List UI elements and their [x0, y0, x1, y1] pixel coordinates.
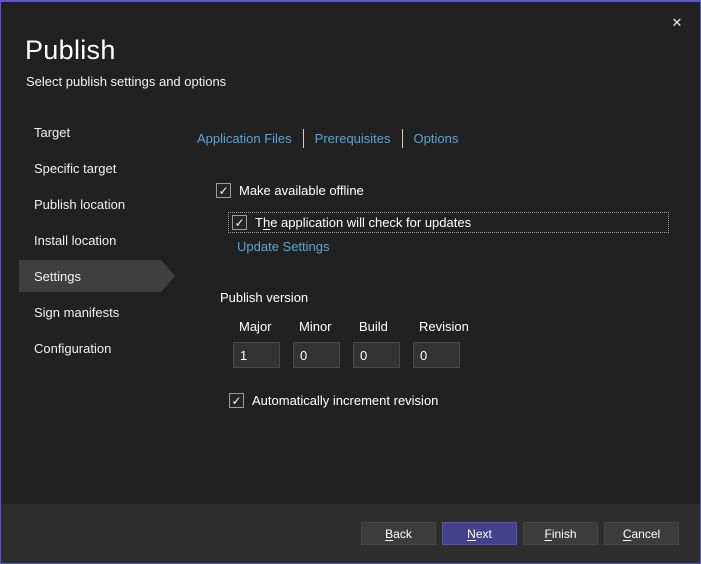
tab-separator [402, 129, 403, 148]
sidebar-item-target[interactable]: Target [1, 114, 187, 150]
checkmark-icon: ✓ [218, 185, 228, 197]
revision-input[interactable] [413, 342, 460, 368]
auto-increment-checkbox-label: Automatically increment revision [252, 393, 438, 408]
sidebar-item-label: Sign manifests [34, 305, 119, 320]
build-input[interactable] [353, 342, 400, 368]
sidebar-item-label: Install location [34, 233, 116, 248]
sidebar-item-settings[interactable]: Settings [1, 258, 187, 294]
update-settings-link[interactable]: Update Settings [237, 239, 330, 254]
tab-options[interactable]: Options [414, 131, 459, 146]
major-input[interactable] [233, 342, 280, 368]
cancel-button[interactable]: Cancel [604, 522, 679, 545]
auto-increment-checkbox-row: ✓ Automatically increment revision [229, 393, 438, 408]
next-button[interactable]: Next [442, 522, 517, 545]
offline-checkbox-label: Make available offline [239, 183, 364, 198]
checkmark-icon: ✓ [231, 395, 241, 407]
minor-input[interactable] [293, 342, 340, 368]
sidebar-item-label: Settings [34, 269, 81, 284]
version-col-revision: Revision [413, 319, 460, 368]
auto-increment-checkbox[interactable]: ✓ [229, 393, 244, 408]
version-col-build: Build [353, 319, 400, 368]
sidebar-item-install-location[interactable]: Install location [1, 222, 187, 258]
minor-label: Minor [293, 319, 340, 334]
selected-item-arrow-icon [161, 260, 175, 292]
close-icon: ✕ [672, 15, 683, 31]
page-subtitle: Select publish settings and options [26, 74, 226, 89]
offline-checkbox[interactable]: ✓ [216, 183, 231, 198]
sidebar-item-label: Publish location [34, 197, 125, 212]
sidebar-item-label: Target [34, 125, 70, 140]
publish-dialog: Publish Select publish settings and opti… [0, 0, 701, 564]
sidebar-item-configuration[interactable]: Configuration [1, 330, 187, 366]
tab-separator [303, 129, 304, 148]
sidebar-item-label: Configuration [34, 341, 111, 356]
tab-application-files[interactable]: Application Files [197, 131, 292, 146]
page-title: Publish [25, 35, 116, 66]
settings-tabs: Application Files Prerequisites Options [197, 129, 458, 148]
sidebar-item-publish-location[interactable]: Publish location [1, 186, 187, 222]
publish-version-grid: Major Minor Build Revision [233, 319, 460, 368]
finish-button[interactable]: Finish [523, 522, 598, 545]
sidebar-item-sign-manifests[interactable]: Sign manifests [1, 294, 187, 330]
sidebar-item-specific-target[interactable]: Specific target [1, 150, 187, 186]
footer-button-bar: Back Next Finish Cancel [1, 504, 700, 563]
close-button[interactable]: ✕ [666, 12, 688, 34]
back-button[interactable]: Back [361, 522, 436, 545]
updates-checkbox-row: ✓ The application will check for updates [232, 215, 471, 230]
version-col-minor: Minor [293, 319, 340, 368]
tab-prerequisites[interactable]: Prerequisites [315, 131, 391, 146]
sidebar: Target Specific target Publish location … [1, 114, 187, 366]
build-label: Build [353, 319, 400, 334]
updates-checkbox-label: The application will check for updates [255, 215, 471, 230]
offline-checkbox-row: ✓ Make available offline [216, 183, 364, 198]
version-col-major: Major [233, 319, 280, 368]
revision-label: Revision [413, 319, 460, 334]
publish-version-label: Publish version [220, 290, 308, 305]
major-label: Major [233, 319, 280, 334]
updates-checkbox[interactable]: ✓ [232, 215, 247, 230]
checkmark-icon: ✓ [234, 217, 244, 229]
sidebar-item-label: Specific target [34, 161, 116, 176]
